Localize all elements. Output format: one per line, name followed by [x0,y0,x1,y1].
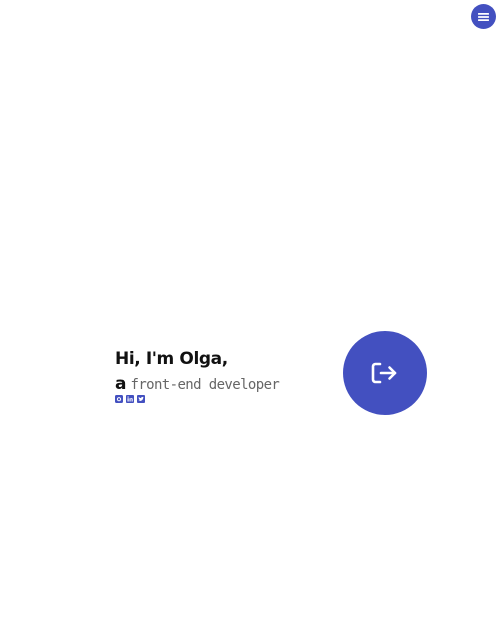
social-links [115,395,325,403]
github-link[interactable] [115,395,123,403]
role-article: a [115,374,127,394]
linkedin-icon [126,395,134,403]
linkedin-link[interactable] [126,395,134,403]
enter-button[interactable] [343,331,427,415]
bars-icon [478,12,489,21]
role-line: a front-end developer [115,374,325,394]
menu-button[interactable] [471,4,496,29]
sign-in-icon [371,362,397,384]
github-icon [115,395,123,403]
intro-section: Hi, I'm Olga, a front-end developer [115,348,325,403]
twitter-icon [137,395,145,403]
twitter-link[interactable] [137,395,145,403]
role-text: front-end developer [130,377,280,393]
greeting-heading: Hi, I'm Olga, [115,349,228,369]
